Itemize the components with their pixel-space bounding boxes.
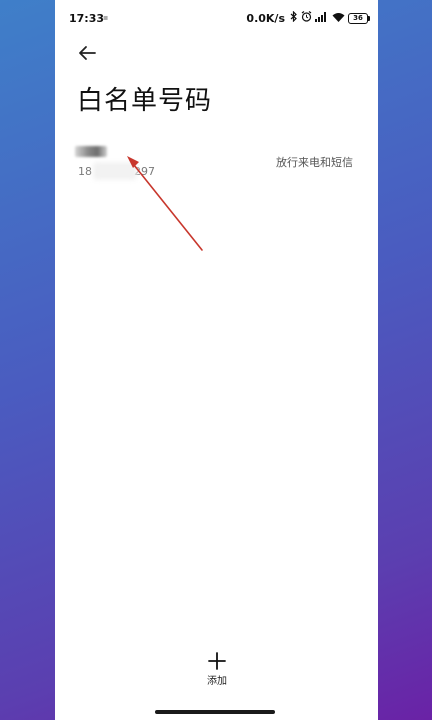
back-button[interactable] xyxy=(75,40,101,66)
entry-action-label: 放行来电和短信 xyxy=(276,156,353,169)
number-redaction xyxy=(93,162,137,180)
status-icons: 0.0K/s 36 xyxy=(246,10,370,25)
page-title: 白名单号码 xyxy=(77,86,213,116)
contact-name-redacted xyxy=(75,146,107,157)
add-label: 添加 xyxy=(207,676,227,687)
alarm-icon xyxy=(301,11,312,25)
bluetooth-icon xyxy=(290,10,298,25)
arrow-left-icon xyxy=(79,46,96,60)
status-bar: 17:33 ▪ 0.0K/s 36 xyxy=(55,0,378,36)
home-indicator[interactable] xyxy=(155,710,275,714)
status-time: 17:33 xyxy=(69,12,105,25)
network-speed: 0.0K/s xyxy=(246,11,285,25)
number-suffix: 297 xyxy=(134,165,155,178)
phone-screen: 17:33 ▪ 0.0K/s 36 白名单号码 18 297 放行来电和短信 添… xyxy=(55,0,378,720)
battery-icon: 36 xyxy=(348,12,370,24)
signal-icon xyxy=(315,11,329,25)
number-prefix: 18 xyxy=(78,165,92,178)
whitelist-entry[interactable]: 18 297 放行来电和短信 xyxy=(55,138,378,188)
notification-dot-icon: ▪ xyxy=(103,13,109,22)
add-button[interactable]: 添加 xyxy=(195,652,239,692)
plus-icon xyxy=(208,652,226,670)
wifi-icon xyxy=(332,12,345,25)
